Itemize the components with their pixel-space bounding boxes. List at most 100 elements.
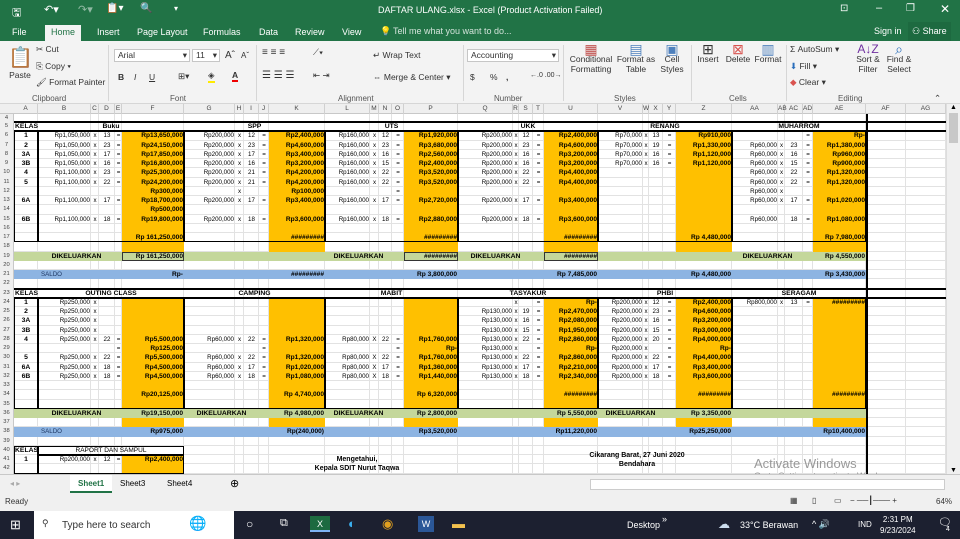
sort-filter-button[interactable]: A↓Z Sort & Filter — [852, 43, 884, 74]
price-cell[interactable]: Rp 200,000 — [598, 344, 643, 353]
price-cell[interactable]: Rp 60,000 — [184, 363, 235, 372]
price-cell[interactable]: Rp 250,000 — [38, 307, 91, 316]
price-cell[interactable]: Rp 80,000 — [325, 335, 370, 344]
count-cell[interactable]: 16 — [244, 159, 259, 168]
count-cell[interactable]: 18 — [519, 372, 533, 381]
total-cell[interactable]: Rp 3,400,000 — [269, 150, 325, 159]
total-cell[interactable]: Rp 3,200,000 — [269, 159, 325, 168]
operator-cell[interactable]: x — [235, 141, 244, 150]
kelas-cell[interactable]: 6A — [14, 363, 38, 372]
equals-cell[interactable]: = — [259, 335, 269, 344]
count-cell[interactable]: 16 — [649, 159, 663, 168]
row-header[interactable]: 4 — [0, 114, 14, 122]
section-title[interactable]: PHBI — [598, 289, 732, 298]
equals-cell[interactable]: = — [663, 316, 676, 325]
weather-text[interactable]: 33°C Berawan — [740, 520, 798, 530]
row-header[interactable]: 6 — [0, 131, 14, 141]
zoom-slider[interactable]: − ──┃─── + — [850, 496, 897, 505]
count-cell[interactable]: 22 — [379, 353, 392, 362]
equals-cell[interactable]: = — [533, 316, 544, 325]
total-cell[interactable]: Rp 3,400,000 — [544, 196, 598, 205]
equals-cell[interactable]: = — [392, 215, 404, 224]
price-cell[interactable]: Rp 200,000 — [598, 372, 643, 381]
row-header[interactable]: 29 — [0, 344, 14, 354]
kelas-cell[interactable]: 1 — [14, 131, 38, 140]
chevron-right-icon[interactable]: » — [662, 514, 667, 524]
grand-total-cell[interactable]: ######### — [544, 233, 598, 242]
operator-cell[interactable]: x — [235, 187, 244, 196]
equals-cell[interactable]: = — [663, 344, 676, 353]
operator-cell[interactable]: x — [370, 215, 379, 224]
grow-font-icon[interactable]: Aˆ — [225, 50, 235, 61]
count-cell[interactable]: 16 — [519, 150, 533, 159]
total-cell[interactable]: Rp - — [676, 344, 732, 353]
total-cell[interactable]: Rp 1,920,000 — [404, 131, 458, 140]
price-cell[interactable]: Rp 250,000 — [38, 372, 91, 381]
paste-button[interactable]: 📋 Paste — [8, 45, 33, 80]
section-title[interactable]: CAMPING — [184, 289, 325, 298]
kelas-cell[interactable]: 1 — [14, 298, 38, 307]
equals-cell[interactable]: = — [803, 196, 813, 205]
total-cell[interactable]: Rp 3,400,000 — [269, 196, 325, 205]
row-header[interactable]: 40 — [0, 445, 14, 455]
equals-cell[interactable]: = — [663, 363, 676, 372]
kelas-cell[interactable]: 3A — [14, 316, 38, 325]
count-cell[interactable]: 16 — [785, 150, 803, 159]
operator-cell[interactable]: x — [235, 215, 244, 224]
count-cell[interactable]: 16 — [99, 159, 115, 168]
column-header[interactable]: X — [649, 104, 663, 114]
operator-cell[interactable]: x — [370, 150, 379, 159]
operator-cell[interactable]: x — [778, 178, 785, 187]
grand-total-cell[interactable]: Rp 4,480,000 — [676, 233, 732, 242]
equals-cell[interactable]: = — [803, 141, 813, 150]
normal-view-icon[interactable]: ▦ — [790, 496, 798, 505]
count-cell[interactable]: 21 — [244, 178, 259, 187]
total-cell[interactable]: Rp 1,320,000 — [269, 335, 325, 344]
column-header[interactable]: E — [115, 104, 122, 114]
column-header[interactable]: P — [404, 104, 458, 114]
count-cell[interactable]: 22 — [99, 353, 115, 362]
scroll-up-icon[interactable]: ▲ — [947, 104, 960, 111]
number-format-select[interactable]: Accounting ▾ — [467, 49, 559, 62]
total-cell[interactable]: Rp 1,080,000 — [269, 372, 325, 381]
total-cell[interactable]: Rp 1,120,000 — [676, 159, 732, 168]
total-cell[interactable]: Rp 100,000 — [269, 187, 325, 196]
kelas-cell[interactable]: 4 — [14, 168, 38, 177]
total-cell[interactable]: Rp 2,400,000 — [676, 298, 732, 307]
chrome-icon[interactable]: ◉ — [382, 516, 393, 532]
autosum-button[interactable]: Σ AutoSum ▾ — [790, 44, 839, 55]
section-title[interactable]: OUTING CLASS — [38, 289, 184, 298]
equals-cell[interactable]: = — [533, 141, 544, 150]
count-cell[interactable]: 16 — [649, 150, 663, 159]
format-painter-button[interactable]: 🖌 Format Painter — [36, 77, 105, 88]
share-button[interactable]: ⚇ Share — [908, 22, 951, 41]
count-cell[interactable]: 22 — [244, 335, 259, 344]
equals-cell[interactable]: = — [533, 159, 544, 168]
row-header[interactable]: 35 — [0, 399, 14, 409]
equals-cell[interactable]: = — [663, 353, 676, 362]
count-cell[interactable]: 17 — [379, 196, 392, 205]
operator-cell[interactable]: x — [235, 159, 244, 168]
price-cell[interactable]: Rp 200,000 — [598, 326, 643, 335]
column-header[interactable]: Z — [676, 104, 732, 114]
count-cell[interactable]: 17 — [244, 196, 259, 205]
grand-total-cell[interactable]: ######### — [813, 390, 866, 399]
total-cell[interactable]: Rp 1,020,000 — [813, 196, 866, 205]
section-title[interactable]: SERAGAM — [732, 289, 866, 298]
total-cell[interactable]: Rp 4,400,000 — [676, 353, 732, 362]
kelas-cell[interactable] — [14, 187, 38, 196]
total-cell[interactable]: Rp 3,600,000 — [544, 215, 598, 224]
dikeluarkan-total[interactable]: ######### — [404, 252, 458, 261]
sheet-tab-sheet4[interactable]: Sheet4 — [167, 479, 192, 488]
count-cell[interactable]: 17 — [649, 363, 663, 372]
column-header[interactable]: B — [38, 104, 91, 114]
operator-cell[interactable]: X — [370, 363, 379, 372]
saldo-value[interactable]: ######### — [269, 270, 325, 279]
price-cell[interactable]: Rp 200,000 — [598, 298, 643, 307]
total-cell[interactable]: Rp 2,400,000 — [269, 131, 325, 140]
equals-cell[interactable]: = — [392, 353, 404, 362]
column-header[interactable]: D — [99, 104, 115, 114]
equals-cell[interactable]: = — [115, 455, 122, 464]
font-size-select[interactable]: 11 ▾ — [192, 49, 220, 62]
total-cell[interactable]: Rp 3,000,000 — [676, 326, 732, 335]
